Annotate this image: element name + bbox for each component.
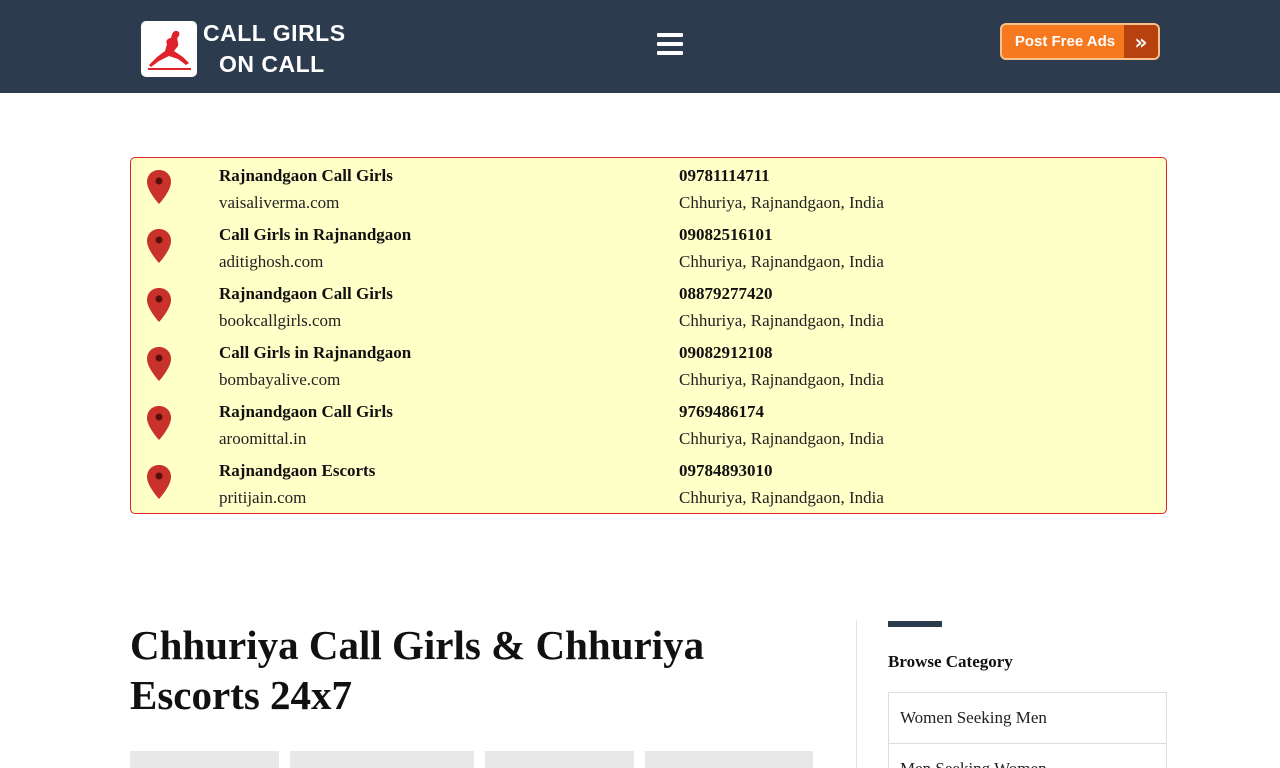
map-pin-icon <box>147 465 171 499</box>
gallery-tile[interactable] <box>645 751 813 768</box>
listing-phone[interactable]: 09082516101 <box>679 225 773 245</box>
listing-title[interactable]: Call Girls in Rajnandgaon <box>219 225 411 245</box>
listing-title[interactable]: Rajnandgaon Call Girls <box>219 284 393 304</box>
logo-emblem-icon <box>141 21 197 77</box>
logo-line-1: CALL GIRLS <box>203 20 346 46</box>
listing-site: aroomittal.in <box>219 429 307 448</box>
map-pin-icon <box>147 229 171 263</box>
listing-location: Chhuriya, Rajnandgaon, India <box>679 252 884 271</box>
listing-location: Chhuriya, Rajnandgaon, India <box>679 193 884 212</box>
menu-toggle-icon[interactable] <box>656 29 684 59</box>
gallery-tile[interactable] <box>130 751 279 768</box>
listing-location: Chhuriya, Rajnandgaon, India <box>679 488 884 507</box>
post-free-ads-button[interactable]: Post Free Ads » <box>1000 23 1160 60</box>
listing-title[interactable]: Call Girls in Rajnandgaon <box>219 343 411 363</box>
listing-item[interactable]: Rajnandgaon Call Girls aroomittal.in 976… <box>131 396 1166 454</box>
listing-phone[interactable]: 09781114711 <box>679 166 770 186</box>
listing-item[interactable]: Rajnandgaon Escorts pritijain.com 097848… <box>131 455 1166 513</box>
sidebar-accent-bar <box>888 621 942 627</box>
top-navbar: CALL GIRLS ON CALL Post Free Ads » <box>0 0 1280 93</box>
category-men-seeking-women[interactable]: Men Seeking Women <box>888 743 1167 768</box>
listing-site: aditighosh.com <box>219 252 324 271</box>
listing-site: bookcallgirls.com <box>219 311 342 330</box>
listing-location: Chhuriya, Rajnandgaon, India <box>679 429 884 448</box>
map-pin-icon <box>147 406 171 440</box>
listing-item[interactable]: Call Girls in Rajnandgaon bombayalive.co… <box>131 337 1166 395</box>
listing-title[interactable]: Rajnandgaon Call Girls <box>219 402 393 422</box>
site-logo[interactable]: CALL GIRLS ON CALL <box>141 18 346 80</box>
gallery-tile[interactable] <box>485 751 634 768</box>
listing-phone[interactable]: 08879277420 <box>679 284 773 304</box>
listing-site: pritijain.com <box>219 488 307 507</box>
post-free-ads-label: Post Free Ads <box>1014 33 1116 50</box>
listing-location: Chhuriya, Rajnandgaon, India <box>679 311 884 330</box>
double-chevron-right-icon: » <box>1124 25 1158 58</box>
browse-category-heading: Browse Category <box>888 652 1013 671</box>
listing-phone[interactable]: 9769486174 <box>679 402 764 422</box>
column-divider <box>856 620 857 768</box>
listing-item[interactable]: Rajnandgaon Call Girls bookcallgirls.com… <box>131 278 1166 336</box>
listing-location: Chhuriya, Rajnandgaon, India <box>679 370 884 389</box>
map-pin-icon <box>147 170 171 204</box>
gallery-tile[interactable] <box>290 751 474 768</box>
listing-item[interactable]: Call Girls in Rajnandgaon aditighosh.com… <box>131 219 1166 277</box>
listing-site: vaisaliverma.com <box>219 193 340 212</box>
listing-phone[interactable]: 09082912108 <box>679 343 773 363</box>
listing-title[interactable]: Rajnandgaon Call Girls <box>219 166 393 186</box>
logo-wordmark: CALL GIRLS ON CALL <box>203 18 346 80</box>
logo-line-2: ON CALL <box>219 51 325 77</box>
listing-site: bombayalive.com <box>219 370 341 389</box>
page-title: Chhuriya Call Girls & Chhuriya Escorts 2… <box>130 622 705 718</box>
map-pin-icon <box>147 288 171 322</box>
featured-listings: Rajnandgaon Call Girls vaisaliverma.com … <box>130 157 1167 514</box>
map-pin-icon <box>147 347 171 381</box>
listing-phone[interactable]: 09784893010 <box>679 461 773 481</box>
category-women-seeking-men[interactable]: Women Seeking Men <box>888 692 1167 744</box>
listing-item[interactable]: Rajnandgaon Call Girls vaisaliverma.com … <box>131 160 1166 218</box>
listing-title[interactable]: Rajnandgaon Escorts <box>219 461 375 481</box>
